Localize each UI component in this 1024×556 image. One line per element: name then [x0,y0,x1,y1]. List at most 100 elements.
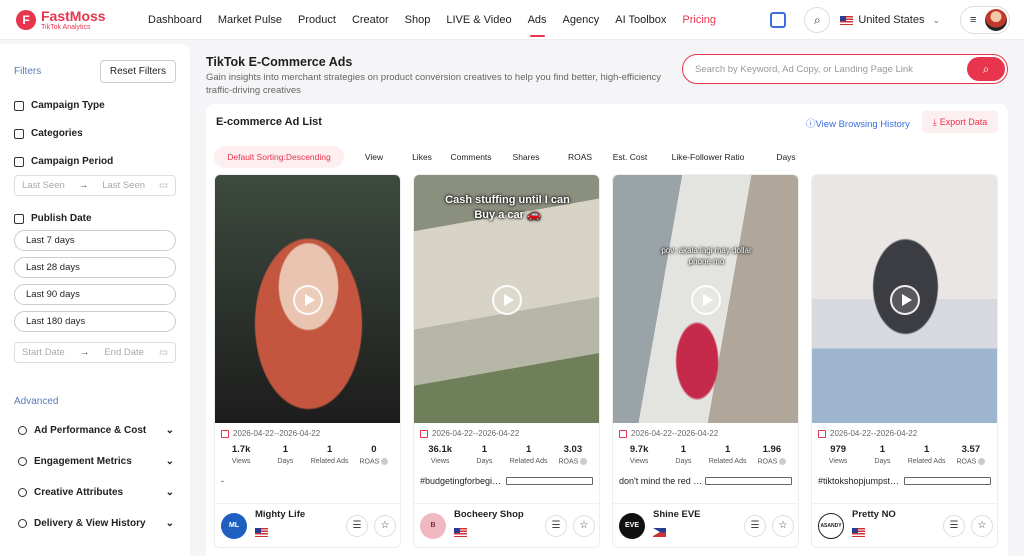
sort-comments[interactable]: Comments [440,146,502,168]
sort-like-follower-ratio[interactable]: Like-Follower Ratio [650,146,766,168]
nav-market-pulse[interactable]: Market Pulse [218,14,282,26]
play-icon[interactable] [293,285,323,315]
help-icon[interactable] [580,458,588,465]
help-icon[interactable] [779,458,787,465]
star-icon[interactable]: ☆ [374,514,396,537]
date-option-7-days[interactable]: Last 7 days [14,230,176,251]
nav-shop[interactable]: Shop [405,14,431,26]
calendar-icon: ▭ [159,180,168,191]
ad-stats: 36.1k Views 1 Days 1 Related Ads 3.03 ROAS [414,444,599,465]
nav-live-video[interactable]: LIVE & Video [446,14,511,26]
help-icon[interactable] [381,458,389,465]
details-icon[interactable]: ☰ [346,514,368,537]
copy-icon[interactable] [904,477,991,486]
shop-name[interactable]: Mighty Life [255,509,305,520]
nav-product[interactable]: Product [298,14,336,26]
sort-shares[interactable]: Shares [502,146,550,168]
help-icon[interactable] [978,458,986,465]
shop-name[interactable]: Shine EVE [653,509,701,520]
ad-description: #tiktokshopjumpstartsale #fashio… [818,475,991,487]
sort-likes[interactable]: Likes [404,146,440,168]
date-option-90-days[interactable]: Last 90 days [14,284,176,305]
country-selector[interactable]: United States ⌄ [840,14,940,26]
fastmoss-logo[interactable]: F FastMoss TikTok Analytics [16,9,134,31]
video-overlay-text: pov: akala lagi may dollar phone mo [661,246,752,266]
account-menu[interactable]: ≡ [960,6,1010,34]
copy-icon[interactable] [506,477,593,486]
search-button[interactable]: ⌕ [967,57,1005,81]
page-title: TikTok E-Commerce Ads [206,55,353,69]
categories-filter[interactable]: Categories [0,128,190,139]
ad-card[interactable]: 2026-04-22--2026-04-22 1.7k Views 1 Days 1… [214,174,401,548]
ad-card[interactable]: pov: akala lagi may dollar phone mo 2026… [612,174,799,548]
copy-icon[interactable] [705,477,792,486]
export-label: Export Data [939,117,988,127]
chevron-down-icon: ⌄ [932,14,940,25]
search-bar: ⌕ [682,54,1008,84]
related-ads-label: Related Ads [907,458,946,465]
shop-logo[interactable]: ASANDY [818,512,844,539]
creative-attributes-section[interactable]: Creative Attributes ⌄ [0,477,190,508]
publish-date-range-input[interactable]: Start Date → End Date ▭ [14,342,176,363]
play-icon[interactable] [691,285,721,315]
nav-agency[interactable]: Agency [563,14,600,26]
shop-info: EVE Shine EVE ☰ ☆ [613,503,798,547]
related-ads-value: 1 [326,444,333,455]
date-option-180-days[interactable]: Last 180 days [14,311,176,332]
sort-view[interactable]: View [344,146,404,168]
shop-name[interactable]: Bocheery Shop [454,509,524,520]
ad-card[interactable]: Cash stuffing until I can Buy a car 🚗 20… [413,174,600,548]
search-input[interactable] [695,63,965,75]
roas-value: 3.57 [961,444,981,455]
ad-caption: don't mind the red one😅 #iphone… [619,475,705,486]
sort-days[interactable]: Days [766,146,806,168]
calendar-icon [221,429,229,438]
sort-est-cost[interactable]: Est. Cost [610,146,650,168]
sort-roas[interactable]: ROAS [550,146,610,168]
roas-label: ROAS [359,458,380,466]
star-icon[interactable]: ☆ [971,514,993,537]
details-icon[interactable]: ☰ [744,514,766,537]
translate-icon[interactable] [770,12,787,28]
star-icon[interactable]: ☆ [772,514,794,537]
video-thumbnail[interactable]: Cash stuffing until I can Buy a car 🚗 [414,175,599,423]
roas-value: 1.96 [762,444,782,455]
ad-card[interactable]: 2026-04-22--2026-04-22 979 Views 1 Days 1 R… [811,174,998,548]
ad-performance-cost-section[interactable]: Ad Performance & Cost ⌄ [0,415,190,446]
video-thumbnail[interactable] [215,175,400,423]
play-icon[interactable] [890,285,920,315]
nav-ads[interactable]: Ads [528,14,547,37]
last-seen-range-input[interactable]: Last Seen → Last Seen ▭ [14,175,176,196]
nav-pricing[interactable]: Pricing [682,14,716,26]
engagement-metrics-section[interactable]: Engagement Metrics ⌄ [0,446,190,477]
date-range: 2026-04-22--2026-04-22 [818,429,997,438]
date-range: 2026-04-22--2026-04-22 [619,429,798,438]
end-date: End Date [104,347,144,358]
view-browsing-history-link[interactable]: ⓘView Browsing History [806,116,910,130]
publish-date-label: Publish Date [31,213,92,224]
shop-logo[interactable]: B [420,512,446,539]
reset-filters-button[interactable]: Reset Filters [99,60,176,83]
nav-dashboard[interactable]: Dashboard [148,14,202,26]
export-data-button[interactable]: ⤓ Export Data [922,111,998,133]
shop-logo[interactable]: EVE [619,512,645,539]
shop-name[interactable]: Pretty NO [852,509,896,520]
sort-default[interactable]: Default Sorting:Descending [214,146,344,168]
calendar-icon [818,429,826,438]
filters-sidebar: Filters Reset Filters Campaign Type Cate… [0,44,190,556]
details-icon[interactable]: ☰ [943,514,965,537]
date-text: 2026-04-22--2026-04-22 [631,429,719,438]
video-thumbnail[interactable] [812,175,997,423]
star-icon[interactable]: ☆ [573,514,595,537]
video-thumbnail[interactable]: pov: akala lagi may dollar phone mo [613,175,798,423]
nav-creator[interactable]: Creator [352,14,389,26]
search-icon[interactable]: ⌕ [804,7,831,33]
play-icon[interactable] [492,285,522,315]
campaign-type-filter[interactable]: Campaign Type [0,100,190,111]
delivery-view-history-section[interactable]: Delivery & View History ⌄ [0,508,190,539]
shop-logo[interactable]: ML [221,512,247,539]
nav-ai-toolbox[interactable]: AI Toolbox [615,14,666,26]
details-icon[interactable]: ☰ [545,514,567,537]
date-option-28-days[interactable]: Last 28 days [14,257,176,278]
roas-value: 3.03 [563,444,583,455]
